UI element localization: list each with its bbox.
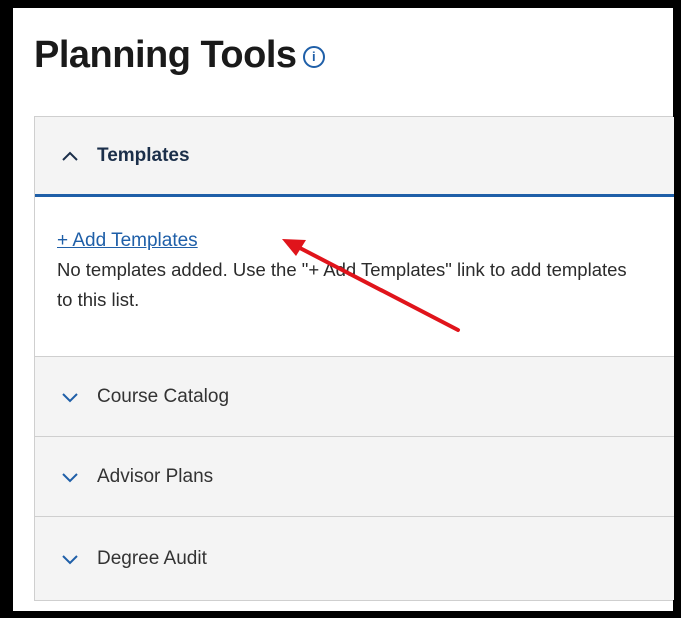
advisor-plans-section-header[interactable]: Advisor Plans [35,437,674,517]
frame-border-top [0,0,681,8]
chevron-down-icon [57,467,83,487]
frame-border-right [673,0,681,618]
degree-audit-section-header[interactable]: Degree Audit [35,517,674,600]
course-catalog-section-title: Course Catalog [97,385,230,407]
chevron-up-icon [57,146,83,166]
templates-section-header[interactable]: Templates [35,117,674,197]
chevron-down-icon [57,549,83,569]
degree-audit-section-title: Degree Audit [97,547,207,569]
add-templates-link[interactable]: + Add Templates [57,229,198,253]
templates-section-body: + Add Templates No templates added. Use … [35,197,674,357]
planning-tools-accordion: Templates + Add Templates No templates a… [34,116,674,601]
templates-section-title: Templates [97,144,190,166]
info-icon[interactable]: i [302,45,325,68]
frame-border-bottom [0,611,681,618]
page-title: Planning Tools i [34,34,325,77]
templates-empty-message: No templates added. Use the "+ Add Templ… [57,259,627,310]
chevron-down-icon [57,387,83,407]
course-catalog-section-header[interactable]: Course Catalog [35,357,674,437]
advisor-plans-section-title: Advisor Plans [97,465,214,487]
page-title-text: Planning Tools [34,34,297,76]
frame-border-left [0,0,13,618]
